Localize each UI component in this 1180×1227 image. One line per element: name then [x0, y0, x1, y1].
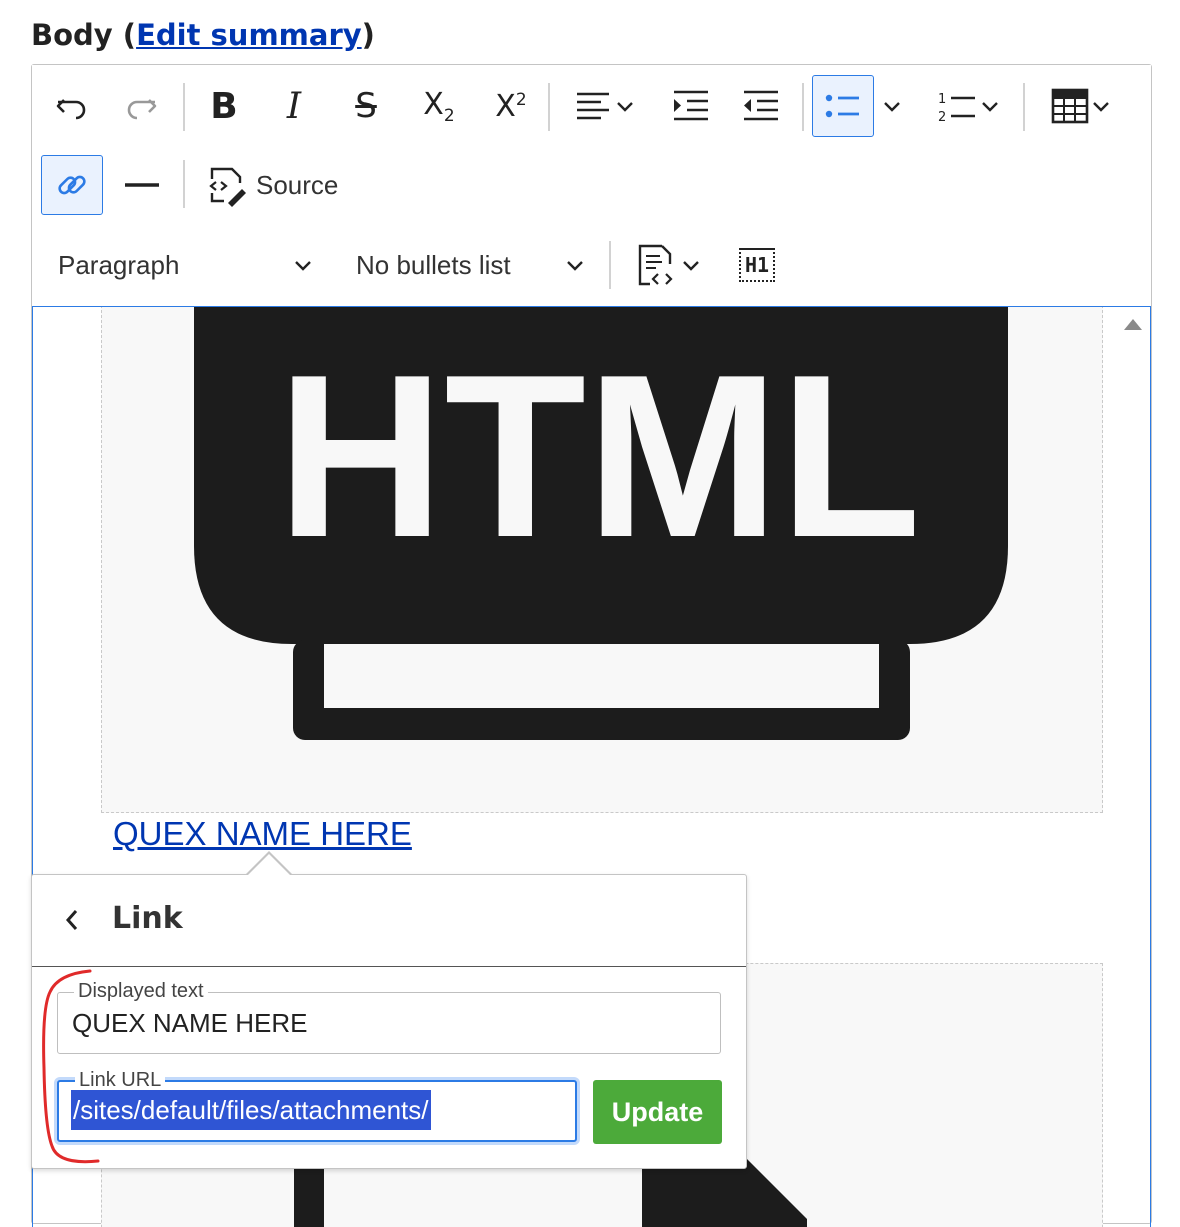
displayed-text-field[interactable]: Displayed text — [57, 979, 721, 1054]
toolbar-separator — [1023, 83, 1025, 131]
chevron-down-icon — [683, 261, 699, 271]
image-block[interactable]: HTML — [101, 307, 1103, 813]
source-button-label: Source — [256, 169, 339, 200]
back-button[interactable] — [58, 905, 88, 935]
source-button[interactable]: Source — [204, 155, 354, 215]
insert-table-dropdown[interactable] — [1038, 79, 1124, 133]
subscript-icon: X2 — [423, 86, 455, 126]
chevron-down-icon — [1093, 102, 1109, 112]
svg-text:1: 1 — [938, 92, 946, 107]
content-link[interactable]: QUEX NAME HERE — [113, 815, 412, 853]
link-url-field[interactable]: Link URL /sites/default/files/attachment… — [57, 1068, 577, 1142]
bulleted-list-dropdown[interactable] — [878, 79, 906, 133]
horizontal-line-icon — [125, 183, 159, 187]
chevron-down-icon — [295, 261, 311, 271]
balloon-title: Link — [112, 901, 183, 936]
bold-button[interactable]: B — [199, 79, 249, 133]
editor-toolbar: B I S X2 X2 12 Source Paragraph No bulle… — [32, 65, 1151, 307]
toolbar-separator — [802, 83, 804, 131]
undo-button[interactable] — [48, 79, 96, 133]
undo-icon — [56, 99, 86, 120]
svg-text:2: 2 — [938, 110, 946, 124]
table-icon — [1051, 88, 1089, 124]
code-block-dropdown[interactable] — [624, 237, 714, 293]
horizontal-line-button[interactable] — [115, 155, 169, 215]
toolbar-separator — [548, 83, 550, 131]
chevron-down-icon — [982, 102, 998, 112]
heading-attributes-button[interactable]: H1 — [730, 237, 784, 293]
red-annotation-mark — [42, 969, 100, 1164]
italic-button[interactable]: I — [269, 79, 319, 133]
field-label-text: Body — [31, 18, 113, 52]
link-icon — [58, 175, 86, 195]
superscript-icon: X2 — [495, 88, 527, 124]
outdent-button[interactable] — [734, 79, 788, 133]
list-style-dropdown-value: No bullets list — [356, 249, 511, 280]
chevron-down-icon — [567, 261, 583, 271]
bulleted-list-button[interactable] — [812, 75, 874, 137]
redo-button[interactable] — [117, 79, 165, 133]
chevron-down-icon — [884, 102, 900, 112]
indent-button[interactable] — [664, 79, 718, 133]
paren-close: ) — [361, 18, 375, 52]
bulleted-list-icon — [825, 94, 859, 118]
numbered-list-dropdown[interactable]: 12 — [924, 79, 1014, 133]
update-button[interactable]: Update — [593, 1080, 722, 1144]
heading-h1-icon: H1 — [738, 248, 776, 282]
link-url-input-selected-text[interactable]: /sites/default/files/attachments/ — [71, 1090, 431, 1130]
code-block-icon — [638, 244, 673, 286]
source-code-icon — [209, 167, 246, 207]
strikethrough-icon: S — [355, 86, 377, 126]
numbered-list-icon: 12 — [938, 92, 975, 124]
link-button[interactable] — [41, 155, 103, 215]
link-balloon: Link Displayed text Link URL /sites/defa… — [31, 851, 747, 1169]
edit-summary-link[interactable]: Edit summary — [136, 18, 362, 52]
paren-open: ( — [112, 18, 137, 52]
strikethrough-button[interactable]: S — [341, 79, 391, 133]
list-style-dropdown[interactable]: No bullets list — [344, 237, 588, 293]
subscript-button[interactable]: X2 — [412, 79, 466, 133]
html-file-icon: HTML — [194, 307, 1008, 740]
toolbar-separator — [183, 160, 185, 208]
html-icon-text: HTML — [277, 327, 921, 586]
superscript-button[interactable]: X2 — [484, 79, 538, 133]
heading-dropdown-value: Paragraph — [58, 249, 180, 280]
italic-icon: I — [286, 85, 302, 127]
chevron-left-icon — [65, 910, 78, 930]
balloon-pointer-fill — [247, 854, 291, 876]
bold-icon: B — [210, 85, 238, 127]
displayed-text-input[interactable] — [58, 993, 720, 1053]
indent-icon — [674, 90, 708, 121]
redo-icon — [127, 99, 157, 120]
outdent-icon — [744, 90, 778, 121]
balloon-header: Link — [32, 875, 746, 967]
text-align-dropdown[interactable] — [564, 79, 646, 133]
scroll-up-arrow[interactable] — [1124, 319, 1142, 330]
toolbar-separator — [609, 241, 611, 289]
toolbar-separator — [183, 83, 185, 131]
chevron-down-icon — [617, 102, 633, 112]
field-label: Body (Edit summary) — [31, 18, 375, 52]
heading-dropdown[interactable]: Paragraph — [46, 237, 316, 293]
align-left-icon — [577, 92, 609, 120]
